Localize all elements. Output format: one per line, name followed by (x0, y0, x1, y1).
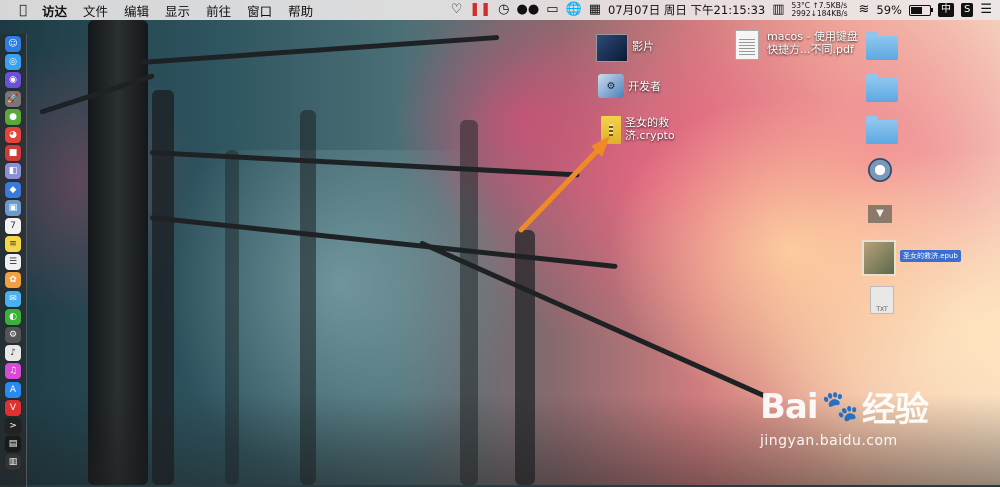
appstore-icon[interactable]: A (5, 381, 21, 398)
menu-file[interactable]: 文件 (75, 1, 116, 20)
wechat-icon[interactable]: ◐ (5, 308, 21, 325)
desktop-item-crypto[interactable]: 圣女的救 济.crypto (601, 116, 675, 144)
app-red-icon[interactable]: ■ (5, 145, 21, 162)
android-icon[interactable]: ● (5, 108, 21, 125)
dock: ☺ ◎ ◉ 🚀 ● ◕ ■ ◧ ◆ ▣ 7 ≡ ☰ ✿ ✉ ◐ ⚙ ♪ ♫ A V > ▤ ▥ (0, 34, 27, 487)
txt-file-icon: TXT (870, 286, 894, 314)
desktop-item-app[interactable] (868, 158, 892, 182)
folder-icon (866, 74, 898, 102)
desktop-item-pdf[interactable]: macos - 使用键盘 快捷方...不同.pdf (735, 30, 858, 60)
preview-icon[interactable]: ▣ (5, 199, 21, 216)
folder-icon (866, 32, 898, 60)
screen-mirroring-icon[interactable]: ▭ (546, 0, 558, 20)
disk-image-icon: ▼ (868, 205, 892, 223)
desktop-item-label: 济.crypto (625, 129, 675, 142)
photos-icon[interactable]: ✿ (5, 272, 21, 289)
developer-app-icon: ⚙ (598, 74, 624, 98)
siri-icon[interactable]: ◉ (5, 72, 21, 89)
desktop-item-label: 快捷方...不同.pdf (767, 43, 854, 56)
wifi-icon[interactable]: ≋ (859, 0, 870, 20)
safari-icon[interactable]: ◎ (5, 54, 21, 71)
ghost-icon[interactable]: ♡ (451, 0, 463, 20)
fan-speed: 2992 (791, 9, 811, 18)
battery-fill (910, 6, 922, 14)
pause-icon[interactable]: ❚❚ (469, 0, 491, 20)
menu-edit[interactable]: 编辑 (116, 1, 157, 20)
baidu-watermark: Bai 🐾 经验 jingyan.baidu.com (760, 382, 929, 450)
calendar-icon[interactable]: ▦ (589, 0, 601, 20)
desktop-item-epub[interactable]: 圣女的救济.epub (862, 240, 961, 276)
baidu-brand: Bai (760, 386, 819, 427)
menu-finder[interactable]: 访达 (34, 1, 75, 20)
desktop-item-movies[interactable]: 影片 (596, 34, 654, 62)
globe-icon[interactable]: 🌐 (566, 0, 582, 20)
desktop-item-label: 圣女的救 (625, 116, 669, 129)
menu-go[interactable]: 前往 (198, 1, 239, 20)
desktop-item-dmg[interactable]: ▼ (868, 205, 892, 223)
input-source[interactable]: 中 (937, 3, 954, 17)
desktop-folder-2[interactable] (866, 74, 898, 102)
book-cover-icon (862, 240, 896, 276)
system-stats[interactable]: 53°C ↑7.5KB/s 2992↓184KB/s (792, 2, 852, 18)
zip-file-icon (601, 116, 621, 144)
status-area: ♡ ❚❚ ◷ ●● ▭ 🌐 ▦ 07月07日 周日 下午21:15:33 ▥ 5… (451, 0, 992, 20)
desktop-item-label: 开发者 (628, 80, 661, 93)
app-s-icon[interactable]: S (960, 3, 974, 17)
vivaldi-icon[interactable]: V (5, 399, 21, 416)
terminal-icon[interactable]: > (5, 417, 21, 434)
menu-bar:  访达 文件 编辑 显示 前往 窗口 帮助 ♡ ❚❚ ◷ ●● ▭ 🌐 ▦ 0… (0, 0, 1000, 20)
itunes-icon[interactable]: ♫ (5, 363, 21, 380)
disk-icon[interactable]: ◧ (5, 163, 21, 180)
tree-branch (139, 34, 500, 65)
app-grey-icon[interactable]: ⚙ (5, 327, 21, 343)
net-down: ↓184KB/s (810, 9, 848, 18)
desktop-item-label: macos - 使用键盘 (767, 30, 858, 43)
txt-file-label: TXT (876, 306, 888, 313)
reminders-icon[interactable]: ☰ (5, 254, 21, 271)
launchpad-icon[interactable]: 🚀 (5, 90, 21, 107)
activity-icon[interactable]: ▤ (5, 436, 21, 453)
desktop-item-label: 影片 (632, 40, 654, 53)
date-time[interactable]: 07月07日 周日 下午21:15:33 (608, 2, 765, 18)
music-icon[interactable]: ♪ (5, 345, 21, 362)
app-status-icon[interactable]: ▥ (772, 0, 784, 20)
round-app-icon (868, 158, 892, 182)
battery-percent[interactable]: 59% (876, 3, 902, 17)
desktop-item-txt[interactable]: TXT (870, 286, 894, 314)
messages-icon[interactable]: ✉ (5, 290, 21, 307)
battery-icon[interactable] (908, 4, 933, 16)
menu-window[interactable]: 窗口 (239, 1, 280, 20)
app-dark-icon[interactable]: ▥ (5, 454, 21, 471)
folder-icon (866, 116, 898, 144)
pdf-file-icon (735, 30, 759, 60)
baidu-brand-2: 经验 (861, 390, 929, 430)
desktop-folder-3[interactable] (866, 116, 898, 144)
notes-icon[interactable]: ≡ (5, 236, 21, 253)
desktop-folder-1[interactable] (866, 32, 898, 60)
menu-view[interactable]: 显示 (157, 1, 198, 20)
finder-icon[interactable]: ☺ (5, 36, 21, 52)
calendar-icon[interactable]: 7 (5, 217, 21, 234)
apple-icon[interactable]:  (12, 3, 34, 18)
movie-file-icon (596, 34, 628, 62)
desktop-item-developer[interactable]: ⚙ 开发者 (598, 74, 661, 98)
baidu-url: jingyan.baidu.com (760, 433, 898, 449)
selected-item-label: 圣女的救济.epub (900, 250, 961, 262)
clock-icon[interactable]: ◷ (498, 0, 509, 20)
baidu-logo: Bai 🐾 经验 (760, 382, 929, 431)
paw-icon: 🐾 (821, 389, 859, 424)
chrome-icon[interactable]: ◕ (5, 126, 21, 143)
app-blue-icon[interactable]: ◆ (5, 181, 21, 198)
menu-help[interactable]: 帮助 (280, 1, 321, 20)
cloud-app-icon[interactable]: ●● (517, 0, 540, 20)
menu-list-icon[interactable]: ☰ (980, 0, 992, 20)
